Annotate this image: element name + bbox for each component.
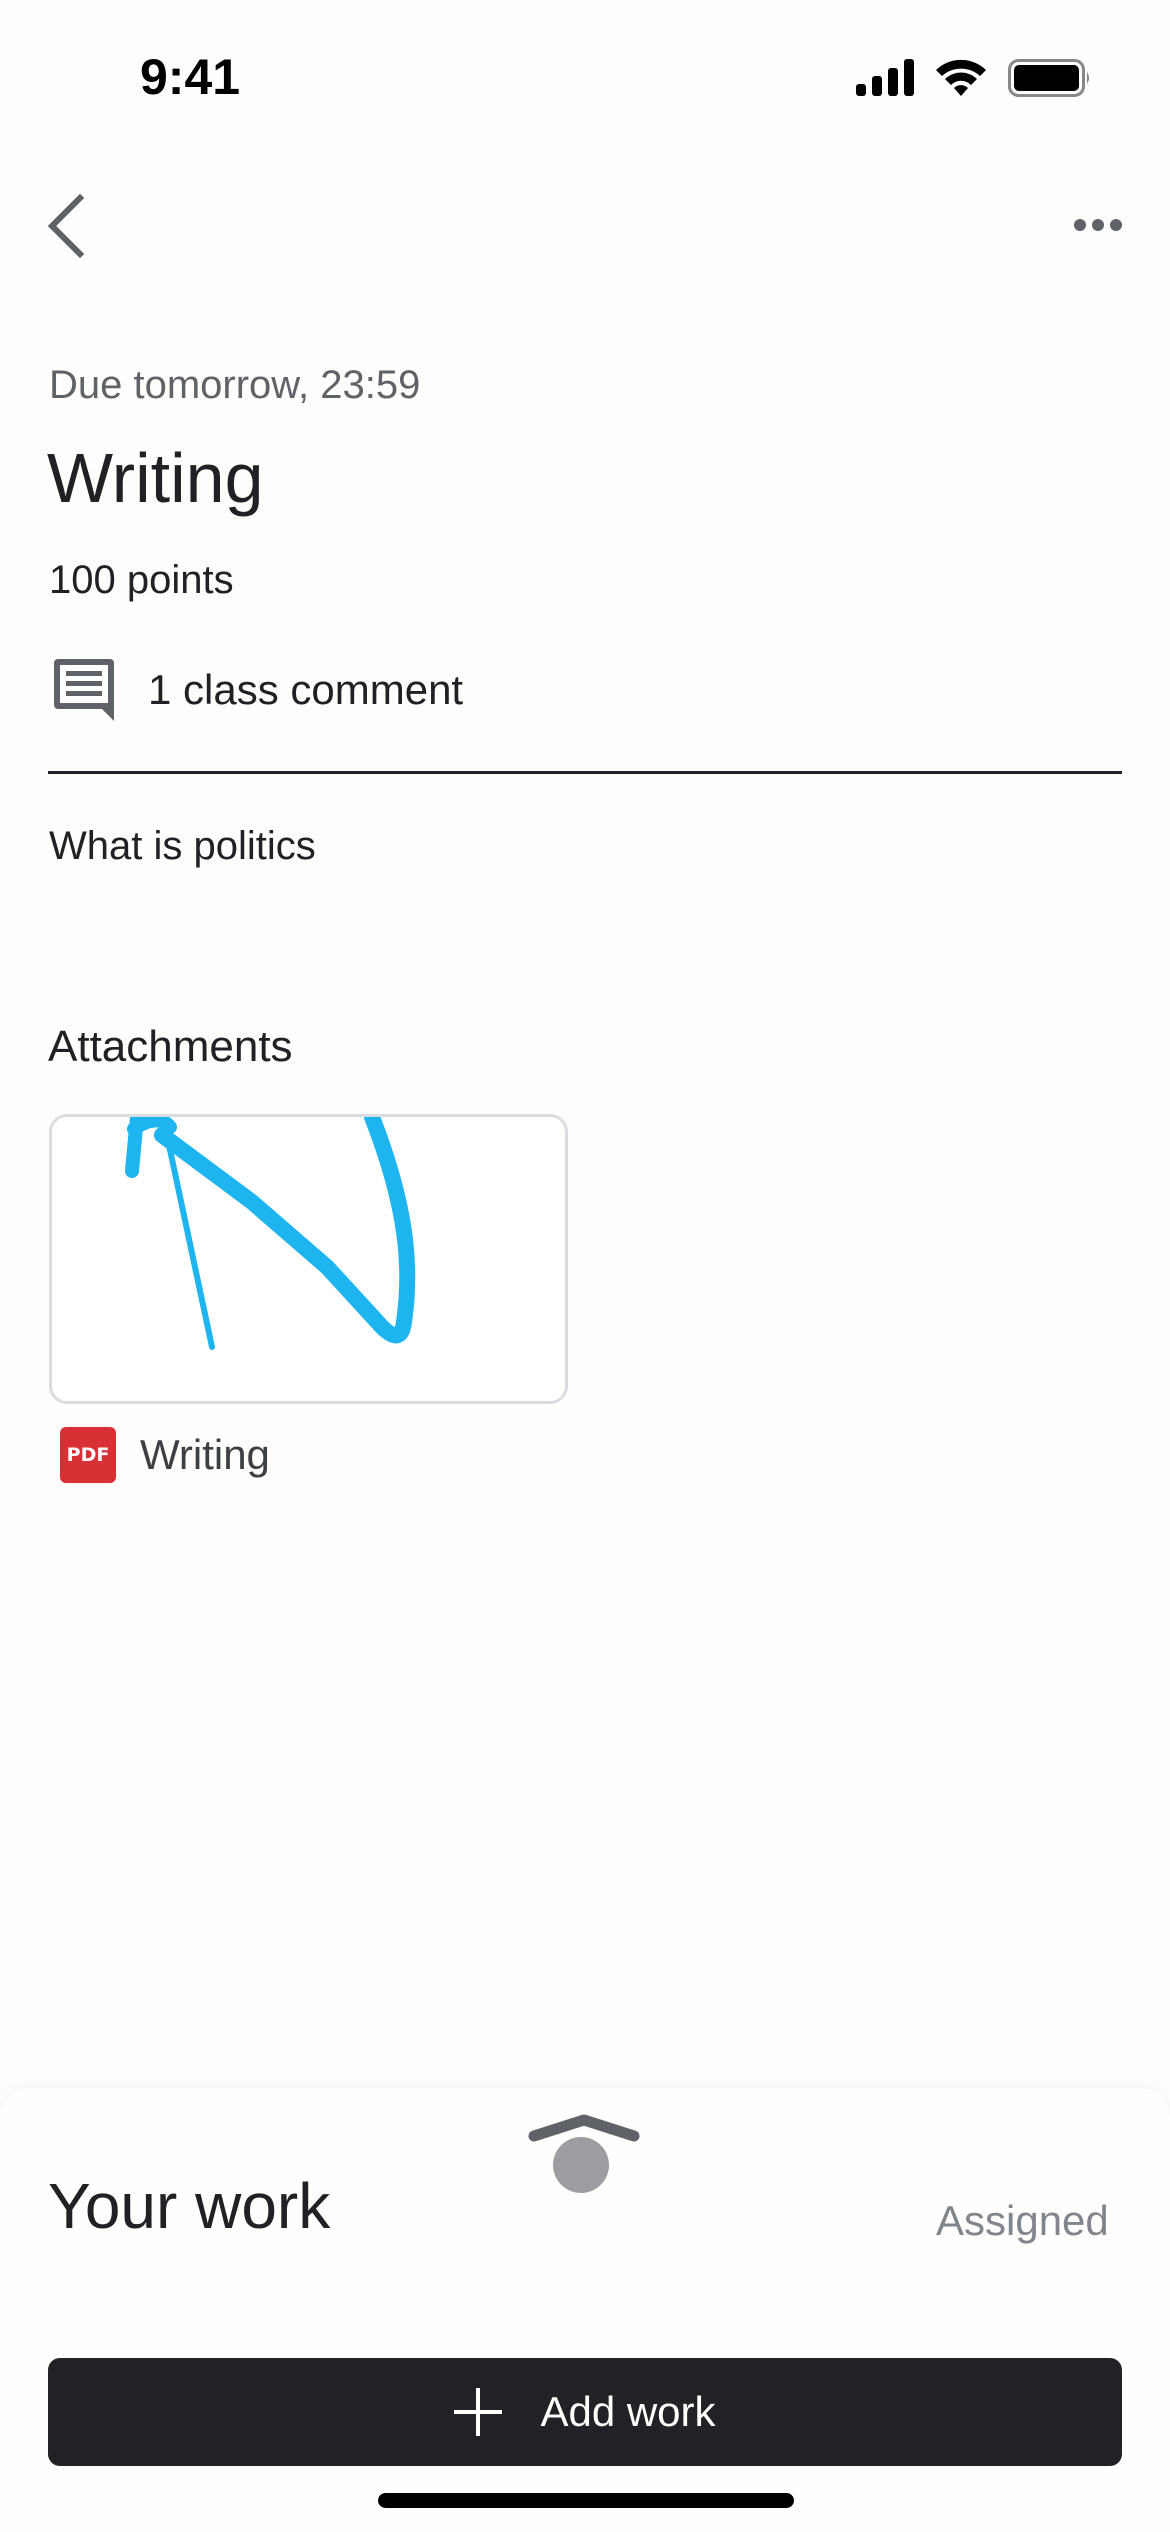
more-options-button[interactable] — [1060, 200, 1136, 250]
section-divider — [48, 771, 1122, 774]
your-work-title: Your work — [48, 2170, 331, 2242]
class-comments-label: 1 class comment — [148, 666, 464, 713]
class-comments-link[interactable]: 1 class comment — [48, 650, 548, 730]
back-button[interactable] — [36, 186, 96, 266]
pdf-icon: PDF — [60, 1427, 116, 1483]
add-work-label: Add work — [540, 2388, 716, 2435]
comment-icon — [54, 659, 114, 721]
attachment-thumbnail[interactable] — [49, 1114, 568, 1404]
add-work-button[interactable]: Add work — [48, 2358, 1122, 2466]
attachments-heading: Attachments — [48, 1022, 293, 1071]
status-time: 9:41 — [140, 49, 241, 105]
assignment-title: Writing — [47, 439, 264, 517]
drag-handle-dot[interactable] — [553, 2137, 609, 2193]
plus-icon — [454, 2388, 503, 2436]
battery-icon — [1008, 59, 1089, 97]
chevron-left-icon — [47, 193, 85, 259]
home-indicator[interactable] — [378, 2493, 794, 2508]
handwriting-preview-image — [125, 1117, 416, 1350]
due-date: Due tomorrow, 23:59 — [49, 363, 421, 407]
assignment-description: What is politics — [49, 824, 316, 868]
attachment-item[interactable]: PDF Writing — [60, 1420, 270, 1490]
wifi-icon — [936, 59, 986, 96]
signal-icon — [856, 59, 914, 96]
submission-status: Assigned — [936, 2197, 1109, 2244]
assignment-points: 100 points — [49, 558, 234, 602]
attachment-name: Writing — [140, 1431, 270, 1478]
more-horizontal-icon — [1074, 219, 1122, 231]
